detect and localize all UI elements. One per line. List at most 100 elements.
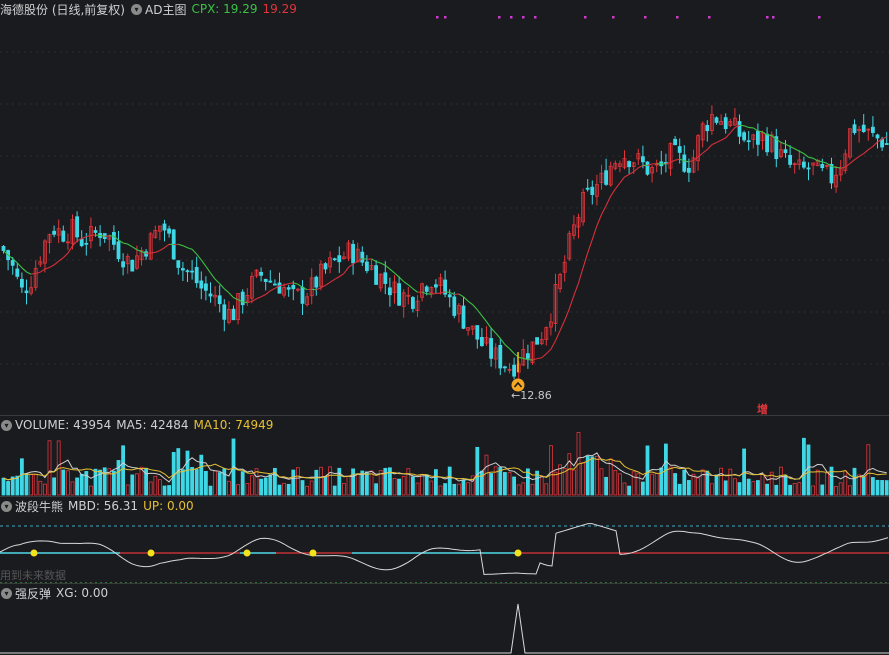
volume-bar: [779, 466, 783, 496]
ma-line-segment: [407, 284, 414, 290]
ma-line-segment: [495, 332, 501, 339]
ma-line-segment: [380, 262, 386, 266]
volume-bar: [337, 467, 342, 496]
ma-line-segment: [159, 247, 165, 252]
volume-bar: [438, 485, 443, 496]
volume-ma10-line: [3, 457, 887, 481]
volume-bar: [443, 483, 448, 496]
volume-bar: [682, 469, 687, 496]
ma-line-segment: [182, 245, 188, 249]
volume-bar: [733, 478, 737, 496]
candle-body: [383, 272, 388, 284]
volume-bar: [838, 482, 843, 496]
candle-body: [15, 268, 20, 277]
volume-bar: [410, 476, 415, 496]
ma-line-segment: [233, 297, 239, 301]
volume-bar: [332, 485, 337, 496]
volume-bar: [875, 479, 880, 496]
price-chart[interactable]: [0, 0, 889, 415]
candle-body: [645, 161, 650, 175]
ma-line-segment: [329, 278, 335, 283]
candle-body: [489, 338, 494, 359]
volume-bar: [130, 474, 135, 496]
candle-body: [875, 134, 880, 139]
volume-bar: [498, 467, 503, 496]
candle-body: [268, 280, 273, 283]
ma-line-segment: [789, 146, 795, 150]
volume-bar: [203, 470, 208, 496]
future-data-watermark: 用到未来数据: [0, 569, 66, 582]
signal-dot: [510, 16, 513, 19]
ma-line-segment: [325, 281, 331, 286]
volume-bar: [121, 445, 125, 496]
candle-body: [116, 241, 121, 260]
candle-body: [19, 278, 24, 288]
ma-line-segment: [559, 320, 566, 331]
volume-bar: [691, 473, 696, 496]
volume-bar: [208, 485, 213, 496]
ma-line-segment: [288, 282, 294, 285]
ma-line-segment: [716, 139, 722, 144]
ma-line-segment: [431, 292, 436, 295]
ma-line-segment: [155, 250, 161, 253]
volume-bar: [79, 473, 84, 496]
ma-line-segment: [670, 159, 676, 163]
candle-body: [410, 297, 415, 309]
volume-bar: [167, 485, 172, 496]
volume-bar: [328, 466, 333, 496]
volume-panel: ▾ VOLUME: 43954 MA5: 42484 MA10: 74949: [0, 416, 889, 496]
volume-bar: [687, 480, 691, 496]
signal-dot: [676, 16, 679, 19]
volume-bar: [852, 467, 857, 496]
candle-body: [723, 117, 728, 130]
volume-bar: [792, 483, 797, 496]
volume-bar: [125, 484, 130, 496]
ma-line-segment: [214, 278, 221, 285]
rebound-chart[interactable]: [0, 584, 889, 655]
ma-line-segment: [472, 304, 478, 311]
volume-bar: [19, 458, 24, 496]
volume-bar: [429, 480, 434, 496]
volume-bar: [47, 440, 52, 496]
volume-bar: [613, 470, 618, 496]
ma-line-segment: [863, 149, 869, 154]
volume-bar: [825, 472, 829, 496]
wave-chart[interactable]: [0, 497, 889, 583]
candle-body: [222, 304, 227, 320]
ma-line-segment: [753, 127, 759, 132]
volume-bar: [599, 468, 604, 496]
candle-body: [314, 276, 319, 288]
signal-dot: [708, 16, 711, 19]
ma-line-segment: [545, 348, 552, 355]
volume-chart[interactable]: [0, 416, 889, 496]
ma-line-segment: [343, 267, 349, 274]
ma-line-segment: [674, 158, 680, 161]
candle-body: [641, 156, 645, 163]
ma-line-segment: [389, 268, 395, 274]
volume-bar: [134, 473, 139, 496]
volume-bar: [512, 476, 516, 496]
ma-line-segment: [587, 239, 593, 253]
ma-line-segment: [614, 182, 621, 190]
volume-bar: [15, 475, 20, 496]
volume-bar: [323, 476, 328, 496]
ma-line-segment: [348, 263, 354, 268]
ma-line-segment: [164, 243, 170, 249]
volume-bar: [194, 469, 199, 496]
candle-body: [208, 293, 213, 297]
candle-body: [806, 167, 811, 170]
volume-bar: [346, 475, 351, 496]
ma-line-segment: [219, 283, 225, 290]
volume-bar: [364, 471, 369, 496]
ma-line-segment: [554, 330, 561, 341]
candle-body: [802, 161, 806, 168]
ma-line-segment: [463, 296, 469, 302]
volume-bar: [714, 474, 719, 496]
ma-line-segment: [191, 248, 198, 255]
xg-line: [0, 603, 889, 654]
signal-dot: [772, 16, 775, 19]
volume-bar: [746, 478, 751, 496]
ma-line-segment: [688, 159, 694, 163]
volume-bar: [374, 483, 379, 496]
ma-line-segment: [573, 282, 580, 296]
